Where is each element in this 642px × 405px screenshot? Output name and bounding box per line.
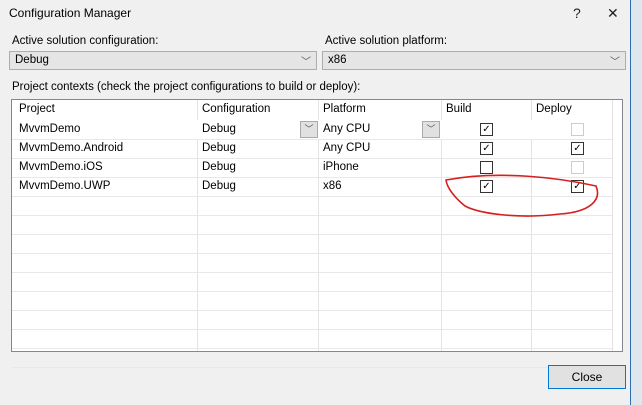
close-button[interactable]: Close bbox=[548, 365, 626, 389]
red-annotation bbox=[445, 174, 599, 217]
annotation-ellipse bbox=[445, 174, 599, 217]
configuration-manager-dialog: Configuration Manager ? ✕ Active solutio… bbox=[0, 0, 631, 405]
